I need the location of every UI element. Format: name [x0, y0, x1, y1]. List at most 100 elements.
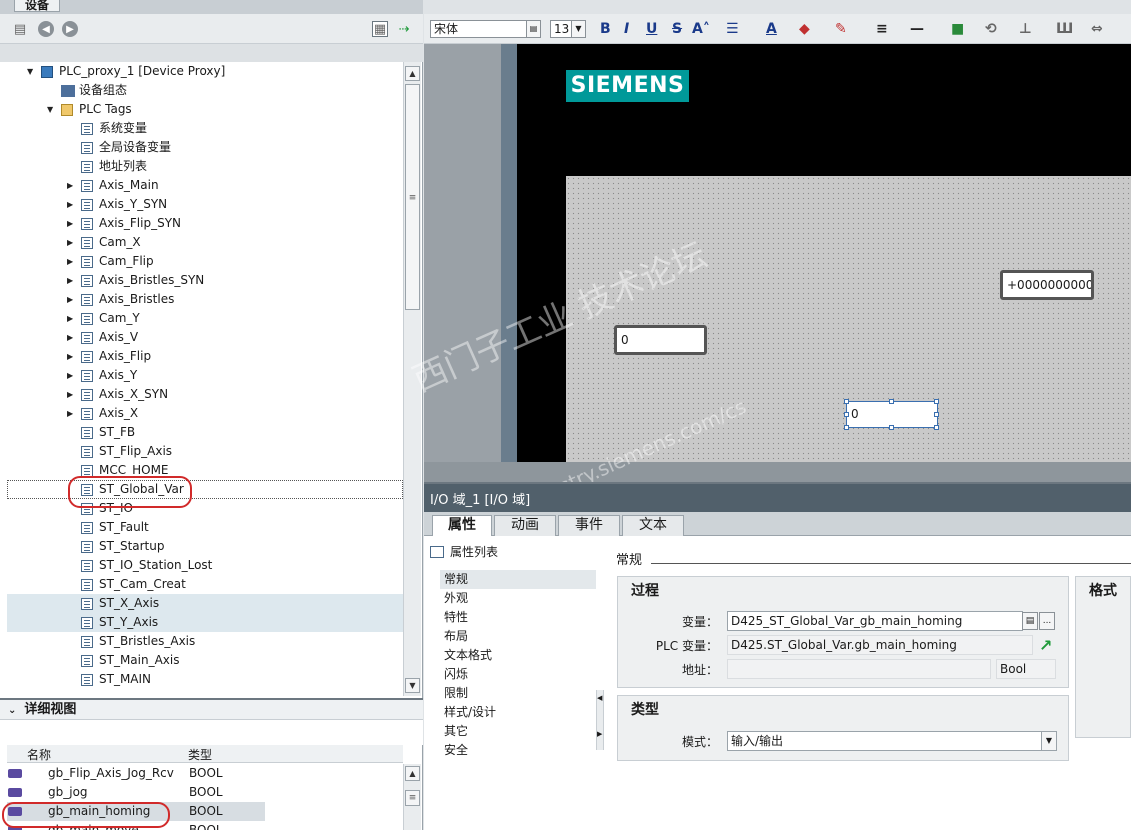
- expand-right-icon[interactable]: ▶: [67, 290, 73, 309]
- property-nav-item[interactable]: 文本格式: [440, 646, 596, 665]
- tree-item[interactable]: ST_IO_Station_Lost: [7, 556, 403, 575]
- property-nav-item[interactable]: 限制: [440, 684, 596, 703]
- resize-handle[interactable]: [844, 412, 849, 417]
- detail-row[interactable]: gb_Flip_Axis_Jog_Rcv BOOL: [7, 764, 403, 783]
- tag-list-icon[interactable]: ▤: [1022, 612, 1038, 630]
- arrange-icon[interactable]: ■: [951, 20, 964, 38]
- expand-right-icon[interactable]: ▶: [67, 176, 73, 195]
- col-type[interactable]: 类型: [188, 746, 212, 763]
- tree-item[interactable]: ▶ Axis_X_SYN: [7, 385, 403, 404]
- scroll-down-icon[interactable]: ▼: [405, 678, 420, 693]
- property-nav-item[interactable]: 常规: [440, 570, 596, 589]
- line-color-icon[interactable]: ✎: [835, 20, 847, 38]
- tree-item[interactable]: ▶ Axis_Bristles_SYN: [7, 271, 403, 290]
- resize-handle[interactable]: [934, 412, 939, 417]
- expand-right-icon[interactable]: ▶: [67, 271, 73, 290]
- line-style-icon[interactable]: —: [910, 20, 924, 38]
- tree-item[interactable]: ▶ Axis_V: [7, 328, 403, 347]
- tree-item[interactable]: MCC_HOME: [7, 461, 403, 480]
- resize-handle[interactable]: [844, 399, 849, 404]
- underline-button[interactable]: U: [646, 20, 657, 38]
- detail-scrollbar[interactable]: ▲ ≡: [403, 764, 421, 830]
- bold-button[interactable]: B: [600, 20, 611, 38]
- property-nav-item[interactable]: 外观: [440, 589, 596, 608]
- tree-item[interactable]: ST_FB: [7, 423, 403, 442]
- expand-right-icon[interactable]: ▶: [67, 233, 73, 252]
- expand-right-icon[interactable]: ▶: [67, 366, 73, 385]
- tag-input[interactable]: D425_ST_Global_Var_gb_main_homing: [727, 611, 1023, 631]
- tree-item[interactable]: ▶ Axis_Y: [7, 366, 403, 385]
- expand-right-icon[interactable]: ▶: [67, 347, 73, 366]
- detail-view-header[interactable]: ⌄ 详细视图: [0, 698, 423, 720]
- strikethrough-button[interactable]: S: [672, 20, 682, 38]
- nav-splitter[interactable]: ◀ ▶: [596, 690, 604, 750]
- tree-item[interactable]: ▶ Axis_Flip: [7, 347, 403, 366]
- line-width-icon[interactable]: ≡: [876, 20, 888, 38]
- scroll-thumb[interactable]: ≡: [405, 84, 420, 310]
- font-color-button[interactable]: A: [766, 20, 777, 38]
- io-field-numeric[interactable]: +0000000000: [1000, 270, 1094, 300]
- export-icon[interactable]: ⇢: [396, 21, 412, 37]
- tree-item[interactable]: ST_Main_Axis: [7, 651, 403, 670]
- mode-select[interactable]: 输入/输出 ▼: [727, 731, 1057, 751]
- tab-properties[interactable]: 属性: [432, 515, 492, 537]
- property-list-header[interactable]: 属性列表: [430, 543, 498, 560]
- detail-scroll-thumb[interactable]: ≡: [405, 790, 420, 806]
- property-nav-item[interactable]: 其它: [440, 722, 596, 741]
- tree-item[interactable]: ▶ Axis_Main: [7, 176, 403, 195]
- expand-right-icon[interactable]: ▶: [67, 214, 73, 233]
- property-nav-item[interactable]: 安全: [440, 741, 596, 760]
- tree-item[interactable]: ST_Cam_Creat: [7, 575, 403, 594]
- tree-item[interactable]: ▶ Axis_X: [7, 404, 403, 423]
- detail-row[interactable]: gb_main_move BOOL: [7, 821, 403, 830]
- tree-item[interactable]: ▶ Cam_X: [7, 233, 403, 252]
- font-family-select[interactable]: 宋体 ▤: [430, 20, 541, 38]
- size-icon[interactable]: ⇔: [1091, 20, 1103, 38]
- tree-item[interactable]: ▶ Cam_Y: [7, 309, 403, 328]
- align-objects-icon[interactable]: ⊥: [1019, 20, 1032, 38]
- devices-tab[interactable]: 设备: [14, 0, 61, 12]
- tree-item[interactable]: ▶ Axis_Y_SYN: [7, 195, 403, 214]
- forward-icon[interactable]: ▶: [62, 21, 78, 37]
- expand-right-icon[interactable]: ▶: [67, 385, 73, 404]
- io-field-left[interactable]: 0: [614, 325, 707, 355]
- font-grow-button[interactable]: A˄: [692, 20, 710, 38]
- tree-item[interactable]: 全局设备变量: [7, 138, 403, 157]
- tree-item[interactable]: 系统变量: [7, 119, 403, 138]
- resize-handle[interactable]: [889, 425, 894, 430]
- expand-down-icon[interactable]: ▼: [27, 62, 33, 81]
- tree-item[interactable]: ST_Startup: [7, 537, 403, 556]
- expand-right-icon[interactable]: ▶: [67, 195, 73, 214]
- tree-item[interactable]: ST_Bristles_Axis: [7, 632, 403, 651]
- tree-item[interactable]: ▼ PLC Tags: [7, 100, 403, 119]
- tree-item[interactable]: ▶ Axis_Bristles: [7, 290, 403, 309]
- tree-item[interactable]: ST_IO: [7, 499, 403, 518]
- expand-right-icon[interactable]: ▶: [67, 252, 73, 271]
- col-name[interactable]: 名称: [27, 746, 51, 763]
- tree-item[interactable]: ▼ PLC_proxy_1 [Device Proxy]: [7, 62, 403, 81]
- tree-scrollbar[interactable]: ▲ ≡ ▼: [403, 62, 421, 696]
- tree-item[interactable]: ST_X_Axis: [7, 594, 403, 613]
- property-nav-item[interactable]: 闪烁: [440, 665, 596, 684]
- tree-item[interactable]: 地址列表: [7, 157, 403, 176]
- tree-item[interactable]: ST_Flip_Axis: [7, 442, 403, 461]
- detail-scroll-up-icon[interactable]: ▲: [405, 766, 420, 781]
- align-icon[interactable]: ☰: [726, 20, 739, 38]
- tab-texts[interactable]: 文本: [622, 515, 684, 536]
- tree-item[interactable]: ST_MAIN: [7, 670, 403, 689]
- resize-handle[interactable]: [844, 425, 849, 430]
- expand-down-icon[interactable]: ▼: [47, 100, 53, 119]
- tree-item[interactable]: ST_Y_Axis: [7, 613, 403, 632]
- property-nav-item[interactable]: 布局: [440, 627, 596, 646]
- expand-right-icon[interactable]: ▶: [67, 328, 73, 347]
- detail-row[interactable]: gb_main_homing BOOL: [7, 802, 403, 821]
- property-nav-item[interactable]: 特性: [440, 608, 596, 627]
- tab-animation[interactable]: 动画: [494, 515, 556, 536]
- resize-handle[interactable]: [889, 399, 894, 404]
- resize-handle[interactable]: [934, 425, 939, 430]
- expand-right-icon[interactable]: ▶: [67, 309, 73, 328]
- back-icon[interactable]: ◀: [38, 21, 54, 37]
- resize-handle[interactable]: [934, 399, 939, 404]
- tree-item[interactable]: 设备组态: [7, 81, 403, 100]
- italic-button[interactable]: I: [624, 20, 629, 38]
